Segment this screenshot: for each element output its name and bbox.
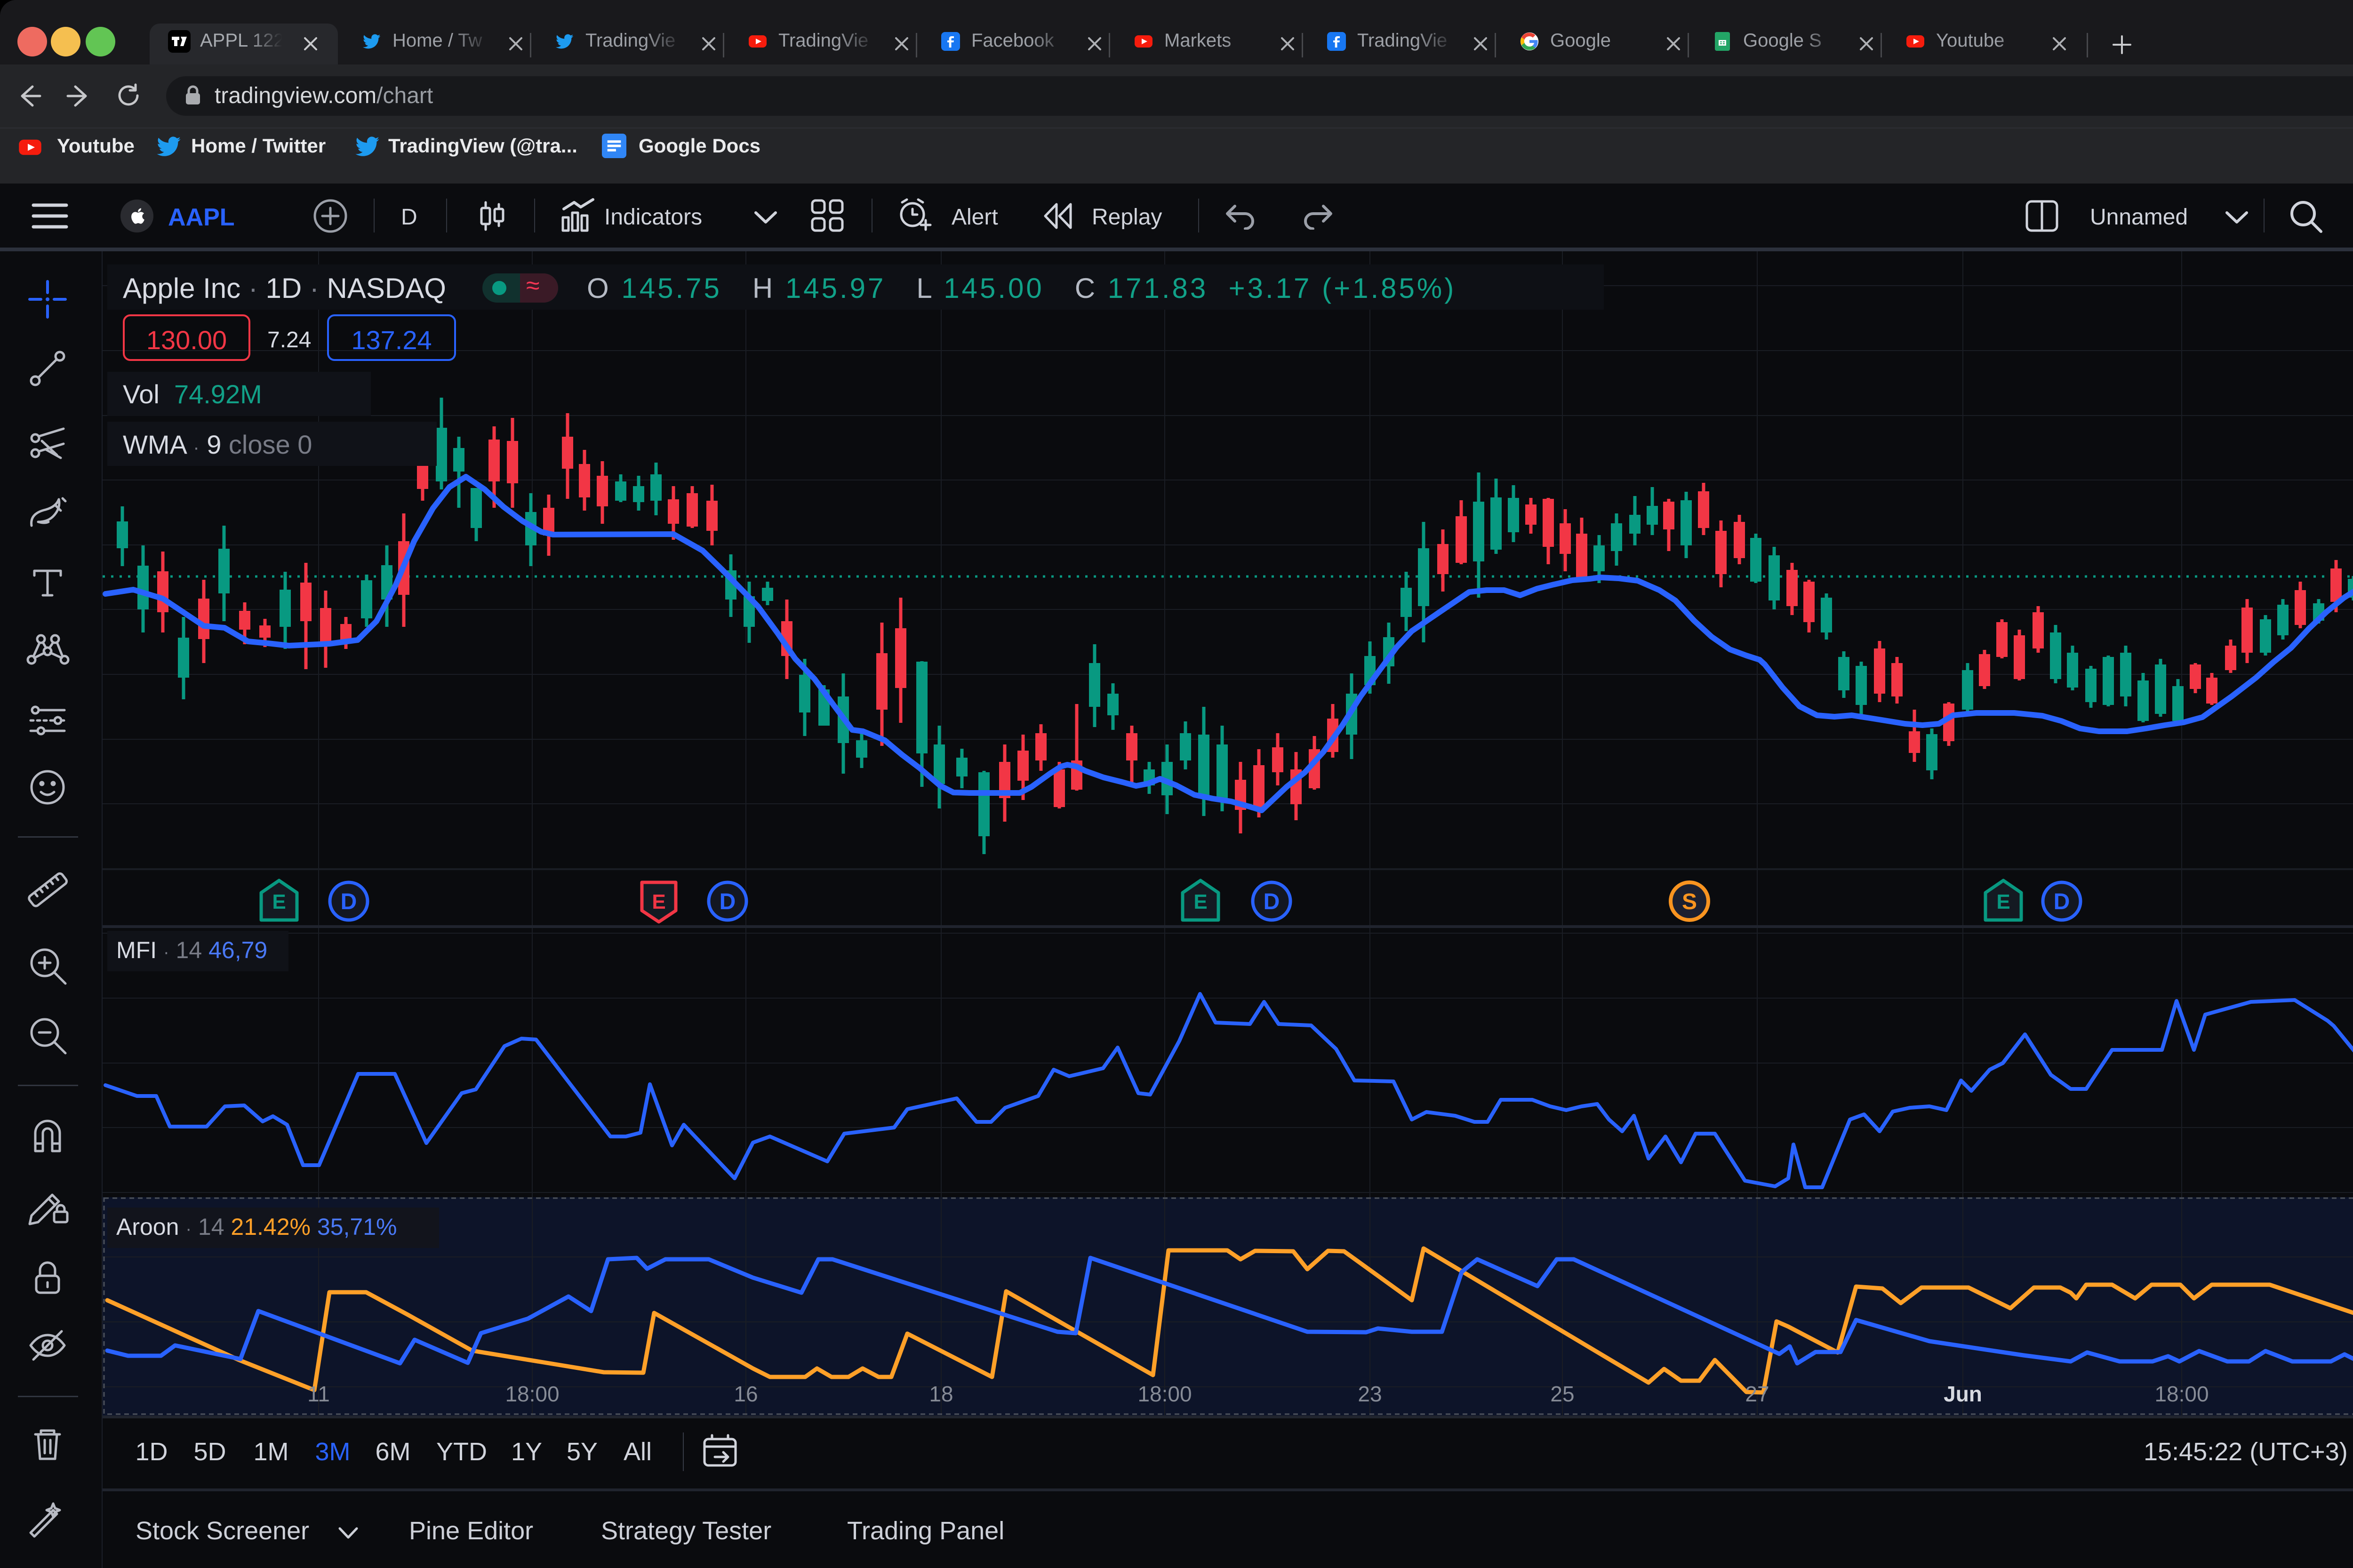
svg-text:D: D [341, 889, 357, 914]
svg-text:S: S [1682, 889, 1697, 914]
svg-text:E: E [272, 890, 286, 913]
svg-text:E: E [1193, 890, 1207, 913]
svg-text:E: E [652, 890, 665, 913]
svg-text:D: D [2054, 889, 2070, 914]
svg-text:D: D [720, 889, 736, 914]
svg-text:D: D [1264, 889, 1280, 914]
svg-text:E: E [1996, 890, 2010, 913]
